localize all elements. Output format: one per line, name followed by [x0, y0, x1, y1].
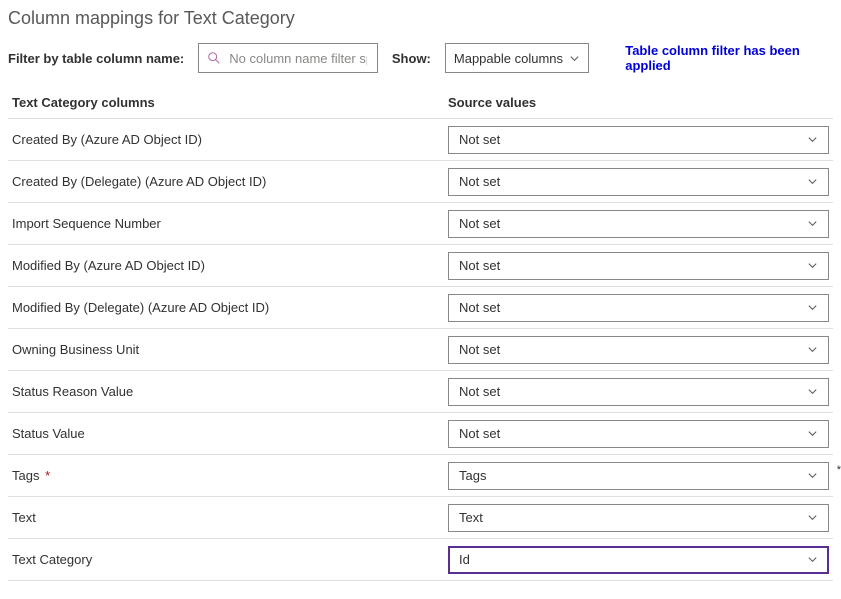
- grid-row: Status Value Not set: [8, 413, 833, 455]
- source-value-dropdown[interactable]: Not set: [448, 168, 829, 196]
- dropdown-value: Not set: [459, 216, 500, 231]
- filter-bar: Filter by table column name: Show: Mappa…: [8, 43, 833, 73]
- chevron-down-icon: [807, 344, 818, 355]
- dropdown-value: Not set: [459, 258, 500, 273]
- dropdown-value: Text: [459, 510, 483, 525]
- grid-row: Created By (Azure AD Object ID) Not set: [8, 119, 833, 161]
- grid-row: Tags *Tags*: [8, 455, 833, 497]
- column-label: Text: [8, 510, 448, 525]
- column-label: Modified By (Azure AD Object ID): [8, 258, 448, 273]
- column-label: Status Value: [8, 426, 448, 441]
- grid-row: Text Category Id: [8, 539, 833, 581]
- source-value-cell: Not set: [448, 168, 833, 196]
- source-value-dropdown[interactable]: Not set: [448, 378, 829, 406]
- page-title: Column mappings for Text Category: [8, 8, 833, 29]
- source-value-dropdown[interactable]: Not set: [448, 336, 829, 364]
- chevron-down-icon: [807, 218, 818, 229]
- dropdown-value: Tags: [459, 468, 486, 483]
- column-label: Status Reason Value: [8, 384, 448, 399]
- source-value-cell: Not set: [448, 336, 833, 364]
- chevron-down-icon: [807, 554, 818, 565]
- source-value-cell: Not set: [448, 420, 833, 448]
- source-value-cell: Text: [448, 504, 833, 532]
- source-value-dropdown[interactable]: Not set: [448, 294, 829, 322]
- dropdown-value: Not set: [459, 342, 500, 357]
- filter-applied-message: Table column filter has been applied: [625, 43, 833, 73]
- chevron-down-icon: [807, 134, 818, 145]
- source-value-cell: Not set: [448, 126, 833, 154]
- grid-row: Import Sequence Number Not set: [8, 203, 833, 245]
- column-label: Owning Business Unit: [8, 342, 448, 357]
- filter-search-wrap[interactable]: [198, 43, 378, 73]
- chevron-down-icon: [569, 53, 580, 64]
- grid-body: Created By (Azure AD Object ID)Not setCr…: [8, 119, 833, 581]
- grid-row: Modified By (Delegate) (Azure AD Object …: [8, 287, 833, 329]
- column-label: Text Category: [8, 552, 448, 567]
- column-label: Created By (Azure AD Object ID): [8, 132, 448, 147]
- source-value-cell: Not set: [448, 210, 833, 238]
- source-value-dropdown[interactable]: Text: [448, 504, 829, 532]
- chevron-down-icon: [807, 302, 818, 313]
- source-value-cell: Not set: [448, 294, 833, 322]
- filter-search-input[interactable]: [227, 50, 369, 67]
- required-indicator: *: [837, 464, 841, 476]
- grid-row: Status Reason Value Not set: [8, 371, 833, 413]
- source-value-dropdown[interactable]: Not set: [448, 420, 829, 448]
- dropdown-value: Not set: [459, 174, 500, 189]
- header-left: Text Category columns: [8, 95, 448, 110]
- column-label: Import Sequence Number: [8, 216, 448, 231]
- chevron-down-icon: [807, 386, 818, 397]
- header-right: Source values: [448, 95, 833, 110]
- show-dropdown-value: Mappable columns: [454, 51, 563, 66]
- source-value-cell: Not set: [448, 378, 833, 406]
- source-value-cell: Tags*: [448, 462, 833, 490]
- show-dropdown[interactable]: Mappable columns: [445, 43, 589, 73]
- show-label: Show:: [392, 51, 431, 66]
- page-root: Column mappings for Text Category Filter…: [0, 0, 841, 599]
- chevron-down-icon: [807, 260, 818, 271]
- chevron-down-icon: [807, 176, 818, 187]
- chevron-down-icon: [807, 512, 818, 523]
- grid-row: Created By (Delegate) (Azure AD Object I…: [8, 161, 833, 203]
- dropdown-value: Not set: [459, 132, 500, 147]
- source-value-dropdown[interactable]: Not set: [448, 252, 829, 280]
- grid-row: Text Text: [8, 497, 833, 539]
- dropdown-value: Not set: [459, 384, 500, 399]
- source-value-dropdown[interactable]: Tags: [448, 462, 829, 490]
- source-value-cell: Not set: [448, 252, 833, 280]
- search-icon: [207, 51, 221, 65]
- source-value-cell: Id: [448, 546, 833, 574]
- mapping-grid: Text Category columns Source values Crea…: [8, 95, 833, 581]
- dropdown-value: Id: [459, 552, 470, 567]
- grid-row: Owning Business Unit Not set: [8, 329, 833, 371]
- chevron-down-icon: [807, 470, 818, 481]
- dropdown-value: Not set: [459, 426, 500, 441]
- filter-label: Filter by table column name:: [8, 51, 184, 66]
- source-value-dropdown[interactable]: Not set: [448, 210, 829, 238]
- source-value-dropdown[interactable]: Id: [448, 546, 829, 574]
- grid-header: Text Category columns Source values: [8, 95, 833, 119]
- required-indicator: *: [41, 468, 50, 483]
- column-label: Created By (Delegate) (Azure AD Object I…: [8, 174, 448, 189]
- chevron-down-icon: [807, 428, 818, 439]
- grid-row: Modified By (Azure AD Object ID) Not set: [8, 245, 833, 287]
- column-label: Modified By (Delegate) (Azure AD Object …: [8, 300, 448, 315]
- dropdown-value: Not set: [459, 300, 500, 315]
- source-value-dropdown[interactable]: Not set: [448, 126, 829, 154]
- column-label: Tags *: [8, 468, 448, 483]
